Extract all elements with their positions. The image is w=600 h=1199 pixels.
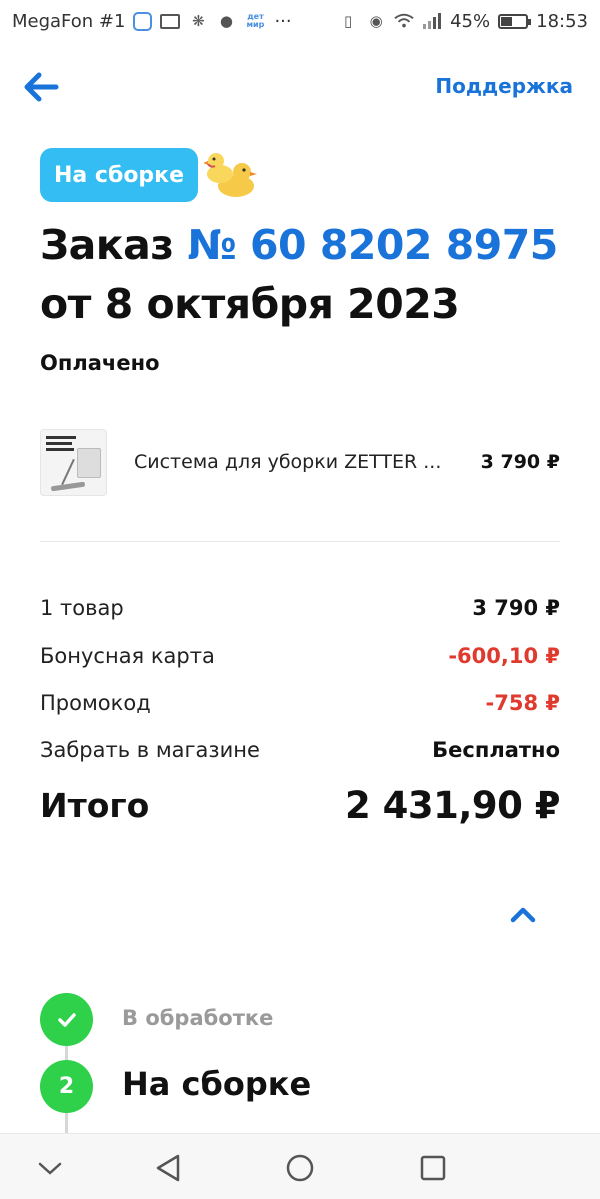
summary-label: Бонусная карта (40, 644, 215, 668)
square-recents-icon (420, 1155, 446, 1181)
order-title: Заказ № 60 8202 8975 (40, 218, 558, 272)
circle-home-icon (286, 1154, 314, 1182)
carrier-name: MegaFon #1 (12, 10, 126, 32)
bear-icon: ❋ (192, 12, 205, 30)
status-bar-left: MegaFon #1 ❋ ● дет мир ··· (12, 11, 292, 32)
product-price: 3 790 ₽ (480, 451, 560, 473)
battery-icon (498, 13, 532, 29)
nav-home-button[interactable] (284, 1152, 316, 1184)
summary-value: -758 ₽ (485, 691, 560, 715)
battery-percent: 45% (450, 10, 491, 32)
timeline-step-done-marker (40, 993, 93, 1046)
mail-icon (160, 13, 181, 29)
app-notification-icon (133, 11, 153, 31)
chevron-up-icon (510, 907, 536, 923)
status-bar-right: ▯ ◉ 45% 18:53 (338, 11, 588, 32)
chevron-down-icon (38, 1162, 62, 1175)
app-cluster-icon: ● (219, 12, 233, 30)
summary-value: -600,10 ₽ (448, 644, 560, 668)
summary-row-pickup: Забрать в магазине Бесплатно (40, 738, 560, 762)
summary-row-items: 1 товар 3 790 ₽ (40, 596, 560, 620)
total-value: 2 431,90 ₽ (344, 784, 561, 827)
summary-value: Бесплатно (432, 738, 560, 762)
summary-row-promo: Промокод -758 ₽ (40, 691, 560, 715)
product-item[interactable]: Система для уборки ZETTER ... 3 790 ₽ (40, 428, 560, 496)
timeline-step-current-marker: 2 (40, 1060, 93, 1113)
summary-label: 1 товар (40, 596, 124, 620)
total-label: Итого (40, 786, 150, 825)
eye-icon: ◉ (369, 12, 383, 30)
payment-status: Оплачено (40, 351, 160, 375)
status-bar: MegaFon #1 ❋ ● дет мир ··· ▯ ◉ 45% 18:53 (0, 0, 600, 42)
nav-recents-button[interactable] (417, 1152, 449, 1184)
ducks-illustration-icon (203, 150, 258, 200)
battery-fill (501, 16, 513, 26)
product-name: Система для уборки ZETTER ... (134, 451, 442, 473)
order-title-prefix: Заказ (40, 221, 174, 269)
order-number[interactable]: № 60 8202 8975 (187, 221, 558, 269)
hide-keyboard-button[interactable] (34, 1152, 66, 1184)
timeline-step-label: На сборке (122, 1065, 312, 1103)
vibrate-icon: ▯ (343, 12, 353, 30)
back-button[interactable] (22, 70, 62, 104)
order-status-badge: На сборке (40, 148, 199, 202)
summary-label: Забрать в магазине (40, 738, 260, 762)
arrow-left-icon (24, 72, 59, 102)
triangle-back-icon (156, 1154, 180, 1182)
signal-icon (422, 11, 442, 31)
timeline-step-label: В обработке (122, 1006, 274, 1030)
system-navigation-bar (0, 1133, 600, 1199)
more-notifications-icon: ··· (274, 10, 292, 32)
product-image (40, 428, 107, 496)
nav-back-button[interactable] (152, 1152, 184, 1184)
clock: 18:53 (536, 10, 588, 32)
wifi-icon (394, 11, 414, 31)
summary-row-bonus: Бонусная карта -600,10 ₽ (40, 644, 560, 668)
summary-value: 3 790 ₽ (472, 596, 560, 620)
order-date: от 8 октября 2023 (40, 280, 460, 328)
check-icon (57, 1012, 76, 1027)
collapse-button[interactable] (508, 902, 538, 926)
summary-label: Промокод (40, 691, 151, 715)
support-link[interactable]: Поддержка (435, 74, 573, 98)
summary-total: Итого 2 431,90 ₽ (40, 784, 561, 827)
detmir-logo-icon: дет мир (246, 12, 265, 29)
divider (40, 541, 560, 542)
